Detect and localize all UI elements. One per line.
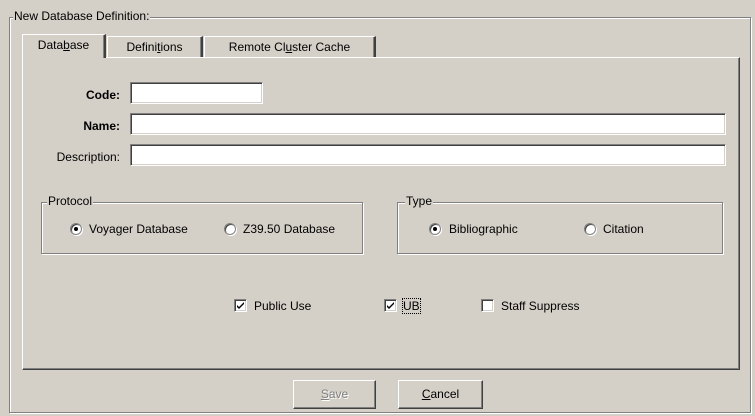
protocol-title: Protocol (47, 194, 94, 208)
z3950-database-label[interactable]: Z39.50 Database (243, 222, 335, 236)
description-field[interactable] (130, 144, 726, 166)
z3950-database-radio[interactable] (224, 223, 236, 235)
code-label: Code: (86, 88, 120, 102)
citation-radio[interactable] (584, 223, 596, 235)
type-group (397, 202, 723, 254)
cancel-button[interactable]: Cancel (398, 380, 483, 409)
save-button[interactable]: Save (293, 380, 376, 409)
new-database-definition-title: New Database Definition: (13, 9, 151, 23)
checkmark-icon (387, 302, 394, 309)
tab-remote-cluster-cache[interactable]: Remote Cluster Cache (204, 36, 376, 58)
tab-definitions[interactable]: Definitions (107, 36, 203, 58)
name-field[interactable] (130, 113, 726, 135)
citation-label[interactable]: Citation (603, 222, 644, 236)
voyager-database-radio[interactable] (70, 223, 82, 235)
public-use-label[interactable]: Public Use (254, 299, 311, 313)
bibliographic-radio[interactable] (429, 223, 441, 235)
type-title: Type (405, 194, 434, 208)
ub-checkbox[interactable] (384, 299, 397, 312)
bibliographic-label[interactable]: Bibliographic (449, 222, 518, 236)
public-use-checkbox[interactable] (234, 299, 247, 312)
voyager-database-label[interactable]: Voyager Database (89, 222, 188, 236)
staff-suppress-checkbox[interactable] (481, 299, 494, 312)
staff-suppress-label[interactable]: Staff Suppress (501, 299, 580, 313)
ub-label[interactable]: UB (402, 298, 421, 314)
code-field[interactable] (130, 82, 263, 104)
tab-database[interactable]: Database (22, 34, 106, 58)
name-label: Name: (83, 119, 120, 133)
checkmark-icon (237, 302, 244, 309)
description-label: Description: (56, 150, 120, 164)
